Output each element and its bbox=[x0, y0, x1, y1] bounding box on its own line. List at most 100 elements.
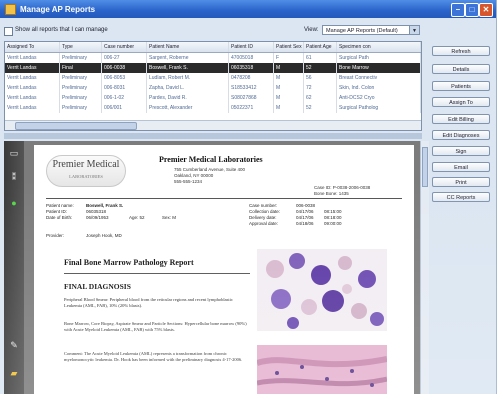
table-cell: 56 bbox=[304, 73, 337, 83]
table-cell: M bbox=[274, 93, 304, 103]
table-row[interactable]: Verrit Landas Final 006-0038 Boswell, Frank… bbox=[5, 63, 421, 73]
vertical-scrollbar[interactable] bbox=[420, 141, 429, 394]
scrollbar-thumb[interactable] bbox=[15, 122, 137, 130]
patient-id-value: 06035318 bbox=[86, 209, 107, 214]
table-cell: Skin, Ind. Colon bbox=[337, 83, 421, 93]
approved-time: 09:00:00 bbox=[324, 221, 342, 226]
patient-id-label: Patient ID: bbox=[46, 209, 68, 214]
table-cell: Surgical Path bbox=[337, 53, 421, 63]
chevron-down-icon[interactable]: ▼ bbox=[409, 26, 419, 34]
approved-label: Approval date: bbox=[249, 221, 279, 226]
table-cell: Preliminary bbox=[60, 53, 102, 63]
table-cell: 52 bbox=[304, 63, 337, 73]
details-button[interactable]: Details bbox=[432, 64, 490, 74]
table-row[interactable]: Verrit Landas Preliminary 006-1-02 Pardes, … bbox=[5, 93, 421, 103]
manage-ap-reports-window: Manage AP Reports – □ ✕ Show all reports… bbox=[0, 0, 497, 394]
table-cell: M bbox=[274, 73, 304, 83]
column-header[interactable]: Patient Name bbox=[147, 42, 229, 52]
filter-row: Show all reports that I can manage View:… bbox=[4, 25, 422, 39]
close-button[interactable]: ✕ bbox=[479, 3, 493, 17]
column-header[interactable]: Patient Sex bbox=[274, 42, 304, 52]
lab-name: Premier Medical Laboratories bbox=[159, 155, 263, 164]
provider-label: Provider: bbox=[46, 233, 65, 238]
cc-reports-button[interactable]: CC Reports bbox=[432, 192, 490, 202]
bone-marrow-biopsy-image bbox=[257, 345, 387, 394]
horizontal-scrollbar[interactable] bbox=[5, 120, 421, 130]
table-cell: 006-27 bbox=[102, 53, 147, 63]
table-cell: Boswell, Frank S. bbox=[147, 63, 229, 73]
paperclip-icon[interactable]: ✎ bbox=[8, 339, 20, 351]
scrollbar-thumb[interactable] bbox=[422, 147, 428, 187]
table-row[interactable]: Verrit Landas Preliminary 006/001 Prescott,… bbox=[5, 103, 421, 113]
received-value: 04/17/06 bbox=[296, 215, 314, 220]
table-cell: Verrit Landas bbox=[5, 63, 60, 73]
table-cell: Breast Connectiv bbox=[337, 73, 421, 83]
column-header[interactable]: Patient ID bbox=[229, 42, 274, 52]
sex-value: Sex: M bbox=[162, 215, 177, 220]
dob-label: Date of Birth: bbox=[46, 215, 73, 220]
report-page: Premier Medical LABORATORIES Premier Med… bbox=[34, 145, 414, 394]
bookmark-icon[interactable]: ⁑ bbox=[8, 171, 20, 183]
table-cell: 05022371 bbox=[229, 103, 274, 113]
table-cell: Verrit Landas bbox=[5, 93, 60, 103]
divider bbox=[46, 198, 402, 199]
email-button[interactable]: Email bbox=[432, 162, 490, 172]
approved-value: 04/18/06 bbox=[296, 221, 314, 226]
print-button[interactable]: Print bbox=[432, 177, 490, 187]
collected-value: 04/17/06 bbox=[296, 209, 314, 214]
table-cell: 62 bbox=[304, 93, 337, 103]
table-cell: Preliminary bbox=[60, 93, 102, 103]
maximize-button[interactable]: □ bbox=[465, 3, 479, 17]
table-cell: 47005018 bbox=[229, 53, 274, 63]
refresh-button[interactable]: Refresh bbox=[432, 46, 490, 56]
reports-table: Assigned To Type Case number Patient Nam… bbox=[4, 41, 422, 131]
comment-icon[interactable]: ▰ bbox=[8, 367, 20, 379]
show-all-label: Show all reports that I can manage bbox=[15, 27, 108, 33]
table-row[interactable]: Verrit Landas Preliminary 006-27 Sargent, R… bbox=[5, 53, 421, 63]
table-header: Assigned To Type Case number Patient Nam… bbox=[5, 42, 421, 53]
diagnosis-paragraph: Peripheral Blood Smear: Peripheral blood… bbox=[64, 297, 233, 308]
column-header[interactable]: Specimen con bbox=[337, 42, 421, 52]
table-cell: Verrit Landas bbox=[5, 73, 60, 83]
received-label: Delivery date: bbox=[249, 215, 277, 220]
table-cell: M bbox=[274, 63, 304, 73]
table-row[interactable]: Verrit Landas Preliminary 006-8031 Zapha, D… bbox=[5, 83, 421, 93]
column-header[interactable]: Type bbox=[60, 42, 102, 52]
diagnosis-paragraph: Bone Marrow, Core Biopsy, Aspirate Smear… bbox=[64, 321, 247, 332]
table-cell: Zapha, David L. bbox=[147, 83, 229, 93]
play-icon[interactable]: ● bbox=[8, 197, 20, 209]
column-header[interactable]: Case number bbox=[102, 42, 147, 52]
patient-name-value: Boswell, Frank S. bbox=[86, 203, 124, 208]
column-header[interactable]: Assigned To bbox=[5, 42, 60, 52]
edit-billing-button[interactable]: Edit Billing bbox=[432, 114, 490, 124]
address-line: 755 Cumberland Avenue, Suite 400 bbox=[174, 167, 245, 172]
table-cell: 006/001 bbox=[102, 103, 147, 113]
page-icon[interactable]: ▭ bbox=[8, 147, 20, 159]
edit-diagnoses-button[interactable]: Edit Diagnoses bbox=[432, 130, 490, 140]
column-header[interactable]: Patient Age bbox=[304, 42, 337, 52]
table-cell: Surgical Patholog bbox=[337, 103, 421, 113]
patients-button[interactable]: Patients bbox=[432, 81, 490, 91]
minimize-button[interactable]: – bbox=[451, 3, 465, 17]
address-line: Oakland, NY 00000 bbox=[174, 173, 214, 178]
splitter[interactable] bbox=[4, 133, 422, 139]
table-row[interactable]: Verrit Landas Preliminary 006-8053 Ludlam, … bbox=[5, 73, 421, 83]
blood-smear-image bbox=[257, 249, 387, 331]
case-number-value: 006-0038 bbox=[296, 203, 316, 208]
table-cell: Ludlam, Robert M. bbox=[147, 73, 229, 83]
section-title: FINAL DIAGNOSIS bbox=[64, 282, 131, 291]
sign-button[interactable]: Sign bbox=[432, 146, 490, 156]
view-select[interactable]: Manage AP Reports (Default) ▼ bbox=[322, 25, 420, 35]
case-id-line: Case ID: P-0038-2006-0038 bbox=[314, 185, 371, 190]
table-cell: M bbox=[274, 103, 304, 113]
table-cell: 006-1-02 bbox=[102, 93, 147, 103]
table-cell: Final bbox=[60, 63, 102, 73]
table-cell: 0478208 bbox=[229, 73, 274, 83]
table-cell: 006-8053 bbox=[102, 73, 147, 83]
assign-to-button[interactable]: Assign To bbox=[432, 97, 490, 107]
show-all-checkbox[interactable] bbox=[4, 27, 13, 36]
table-cell: Anti-DCS2 Cryo bbox=[337, 93, 421, 103]
diagnosis-paragraph: Comment: The Acute Myeloid Leukemia (AML… bbox=[64, 351, 243, 362]
logo-subtitle: LABORATORIES bbox=[69, 174, 103, 179]
provider-value: Joseph Hook, MD bbox=[86, 233, 122, 238]
